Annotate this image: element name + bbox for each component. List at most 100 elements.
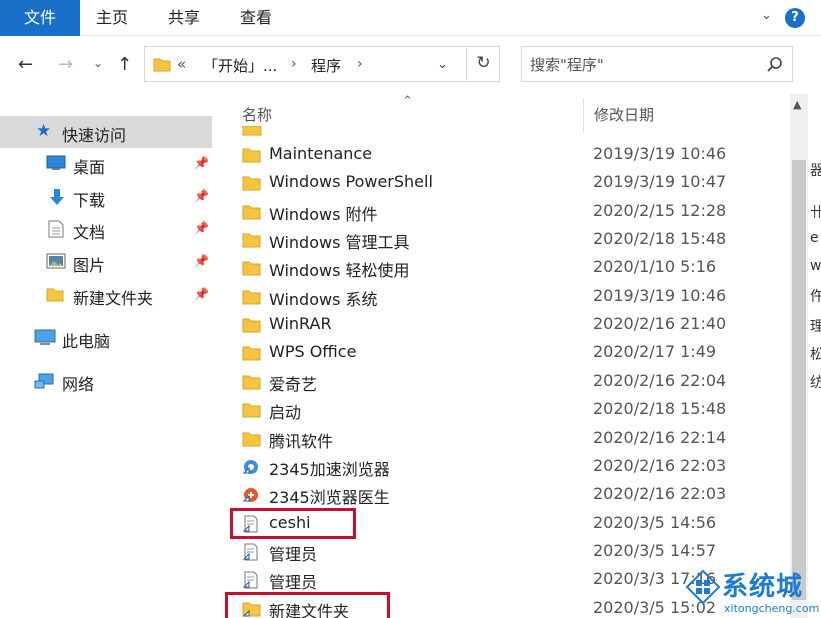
details-pane-fragment: w xyxy=(810,258,821,274)
recent-locations-chevron-icon[interactable]: ⌄ xyxy=(93,56,103,70)
document-icon xyxy=(48,220,64,238)
folder-icon xyxy=(153,58,171,72)
nav-item-new-folder[interactable]: 新建文件夹 📌 xyxy=(0,279,212,311)
file-name: Windows 轻松使用 xyxy=(269,261,410,281)
folder-icon xyxy=(242,318,261,333)
address-history-chevron-icon[interactable]: ⌄ xyxy=(437,57,448,72)
back-arrow-icon[interactable]: ← xyxy=(18,54,33,75)
file-row[interactable]: WPS Office 2020/2/17 1:49 xyxy=(238,339,768,367)
nav-item-label: 快速访问 xyxy=(62,126,127,145)
file-row[interactable]: 启动 2020/2/18 15:48 xyxy=(238,396,768,424)
star-icon: ★ xyxy=(36,121,52,141)
file-row[interactable]: Windows PowerShell 2019/3/19 10:47 xyxy=(238,169,768,197)
file-modified-date: 2020/2/17 1:49 xyxy=(593,342,717,362)
nav-item-pictures[interactable]: 图片 📌 xyxy=(0,246,212,278)
file-modified-date: 2020/3/5 14:56 xyxy=(593,512,717,532)
file-row[interactable]: 2345加速浏览器 2020/2/16 22:03 xyxy=(238,453,768,481)
file-modified-date: 2020/2/18 15:48 xyxy=(593,229,727,249)
sort-ascending-icon: ⌃ xyxy=(402,94,413,109)
pin-icon[interactable]: 📌 xyxy=(194,254,209,268)
nav-item-label: 图片 xyxy=(73,256,106,275)
file-name: 2345加速浏览器 xyxy=(269,459,390,479)
nav-item-network[interactable]: 网络 xyxy=(0,365,212,397)
file-row[interactable]: Windows 系统 2019/3/19 10:46 xyxy=(238,283,768,311)
file-name: 管理员 xyxy=(269,573,318,593)
browser-shortcut-icon xyxy=(242,459,258,474)
browser-doctor-shortcut-icon xyxy=(242,488,258,503)
refresh-icon[interactable]: ↻ xyxy=(466,46,500,82)
address-segment-programs[interactable]: 程序 xyxy=(311,55,341,76)
folder-icon xyxy=(242,346,261,361)
file-row[interactable]: 腾讯软件 2020/2/16 22:14 xyxy=(238,425,768,453)
network-icon xyxy=(34,373,54,389)
chevron-right-icon[interactable]: › xyxy=(357,56,363,72)
address-segment-start[interactable]: 「开始」... xyxy=(203,55,277,76)
search-box[interactable] xyxy=(521,46,793,82)
help-icon[interactable]: ? xyxy=(785,8,805,28)
file-row[interactable]: 管理员 2020/3/5 14:57 xyxy=(238,538,768,566)
watermark-logo: 系统城 xitongcheng.com xyxy=(686,566,821,618)
nav-item-documents[interactable]: 文档 📌 xyxy=(0,213,212,245)
ribbon-expand-chevron-icon[interactable]: ⌄ xyxy=(761,8,772,23)
tab-share[interactable]: 共享 xyxy=(156,0,212,36)
folder-icon xyxy=(46,288,64,302)
column-header-modified[interactable]: 修改日期 xyxy=(594,104,654,125)
forward-arrow-icon[interactable]: → xyxy=(58,54,73,75)
nav-item-quick-access[interactable]: ★ 快速访问 xyxy=(0,116,212,148)
file-row[interactable]: 2345浏览器医生 2020/2/16 22:03 xyxy=(238,481,768,509)
up-arrow-icon[interactable]: ↑ xyxy=(117,54,132,75)
file-row[interactable]: Windows 轻松使用 2020/1/10 5:16 xyxy=(238,254,768,282)
pin-icon[interactable]: 📌 xyxy=(194,156,209,170)
tab-file[interactable]: 文件 xyxy=(0,0,80,36)
file-name: 启动 xyxy=(269,403,302,423)
file-row[interactable]: 爱奇艺 2020/2/16 22:04 xyxy=(238,368,768,396)
file-modified-date: 2020/1/10 5:16 xyxy=(593,257,717,277)
file-row[interactable]: Windows 管理工具 2020/2/18 15:48 xyxy=(238,226,768,254)
nav-item-label: 文档 xyxy=(73,223,106,242)
file-modified-date: 2019/3/19 10:46 xyxy=(593,285,727,305)
nav-item-label: 网络 xyxy=(62,375,95,394)
file-name: 2345浏览器医生 xyxy=(269,488,390,508)
file-row[interactable]: Windows 附件 2020/2/15 12:28 xyxy=(238,198,768,226)
file-name: 管理员 xyxy=(269,544,318,564)
nav-item-desktop[interactable]: 桌面 📌 xyxy=(0,148,212,180)
column-header-name[interactable]: 名称 xyxy=(242,104,272,125)
scrollbar-thumb[interactable] xyxy=(792,160,806,600)
details-pane-fragment: 卄 xyxy=(810,205,821,221)
nav-item-label: 桌面 xyxy=(73,158,106,177)
chevron-right-icon[interactable]: › xyxy=(291,56,297,72)
address-bar[interactable]: « 「开始」... › 程序 › ⌄ xyxy=(144,46,500,82)
folder-icon xyxy=(242,432,261,446)
watermark-title: 系统城 xyxy=(722,572,804,602)
folder-icon xyxy=(242,261,261,276)
nav-item-this-pc[interactable]: 此电脑 xyxy=(0,322,212,354)
pin-icon[interactable]: 📌 xyxy=(194,221,209,235)
file-name: Maintenance xyxy=(269,144,373,163)
search-icon[interactable] xyxy=(766,56,784,74)
file-name: 腾讯软件 xyxy=(269,431,334,451)
tab-view[interactable]: 查看 xyxy=(228,0,284,36)
scroll-up-icon[interactable]: ▲ xyxy=(793,98,801,111)
vertical-scrollbar[interactable]: ▲ xyxy=(790,94,808,618)
file-modified-date: 2020/2/15 12:28 xyxy=(593,200,727,220)
pin-icon[interactable]: 📌 xyxy=(194,189,209,203)
folder-icon xyxy=(242,205,261,220)
pin-icon[interactable]: 📌 xyxy=(194,287,209,301)
file-shortcut-icon xyxy=(242,543,258,561)
tab-home[interactable]: 主页 xyxy=(84,0,140,36)
file-name: Windows 管理工具 xyxy=(269,233,410,253)
file-row[interactable]: Maintenance 2019/3/19 10:46 xyxy=(238,141,768,169)
file-list: ⌃ 名称 修改日期 Maintenance 2019/3/19 10:46 Wind… xyxy=(216,94,790,618)
details-pane-fragment: 松 xyxy=(810,347,821,363)
watermark-subtitle: xitongcheng.com xyxy=(724,602,820,615)
column-divider[interactable] xyxy=(583,98,584,132)
folder-icon xyxy=(242,176,261,191)
folder-icon xyxy=(242,403,261,418)
file-row[interactable]: WinRAR 2020/2/16 21:40 xyxy=(238,311,768,339)
folder-icon xyxy=(242,233,261,248)
folder-icon xyxy=(242,148,261,163)
nav-item-downloads[interactable]: 下载 📌 xyxy=(0,181,212,213)
search-input[interactable] xyxy=(530,54,760,76)
address-overflow[interactable]: « xyxy=(177,55,186,73)
details-pane-fragment: 纺 xyxy=(810,375,821,391)
